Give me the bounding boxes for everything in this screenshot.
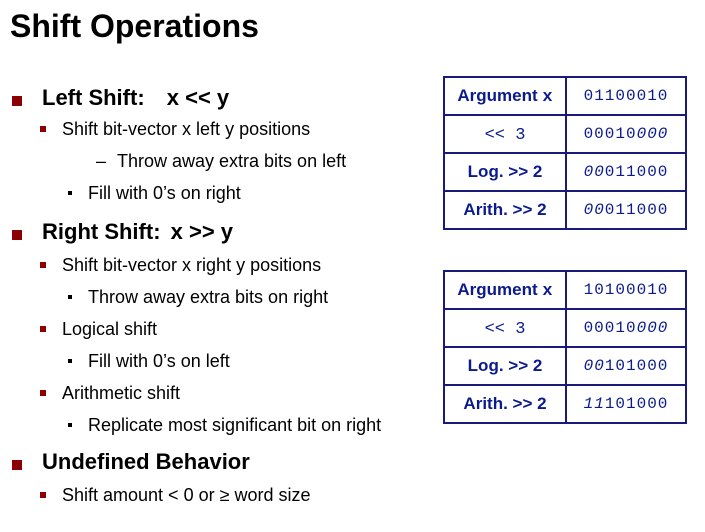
shift-table-2: Argument x 10100010 << 3 00010000 Log. >… (443, 270, 687, 424)
row-value: 00010000 (565, 114, 687, 154)
row-label: Argument x (443, 76, 567, 116)
undefined-heading: Undefined Behavior (42, 449, 250, 474)
row-label: Argument x (443, 270, 567, 310)
bullet-square-icon (12, 230, 22, 240)
left-shift-item: Shift bit-vector x left y positions (62, 119, 311, 139)
replicate-item: Replicate most significant bit on right (88, 415, 382, 435)
row-label: << 3 (443, 308, 567, 348)
table-row: << 3 00010000 (443, 308, 687, 348)
fill-right-item: Fill with 0’s on right (88, 183, 241, 203)
table-row: Arith. >> 2 11101000 (443, 384, 687, 424)
bullet-square-icon (68, 191, 72, 195)
bullet-square-icon (40, 126, 46, 132)
right-shift-item: Shift bit-vector x right y positions (62, 255, 322, 275)
row-value: 00011000 (565, 190, 687, 230)
bullet-square-icon (40, 262, 46, 268)
table-row: Argument x 10100010 (443, 270, 687, 310)
bullet-square-icon (40, 326, 46, 332)
row-value: 00010000 (565, 308, 687, 348)
throw-left-item: Throw away extra bits on left (117, 151, 347, 171)
table-row: Argument x 01100010 (443, 76, 687, 116)
left-shift-heading: Left Shift: x << y (42, 85, 230, 110)
row-label: Log. >> 2 (443, 152, 567, 192)
bullet-square-icon (68, 295, 72, 299)
bullet-square-icon (68, 359, 72, 363)
right-shift-heading: Right Shift: x >> y (42, 219, 234, 244)
arith-item: Arithmetic shift (62, 383, 181, 403)
bullet-square-icon (12, 96, 22, 106)
table-row: Arith. >> 2 00011000 (443, 190, 687, 230)
logical-item: Logical shift (62, 319, 158, 339)
bullet-square-icon (40, 390, 46, 396)
row-value: 01100010 (565, 76, 687, 116)
table-row: << 3 00010000 (443, 114, 687, 154)
row-value: 00101000 (565, 346, 687, 386)
throw-right-item: Throw away extra bits on right (88, 287, 329, 307)
table-row: Log. >> 2 00011000 (443, 152, 687, 192)
undefined-item: Shift amount < 0 or ≥ word size (62, 485, 311, 505)
row-value: 00011000 (565, 152, 687, 192)
bullet-square-icon (12, 460, 22, 470)
fill-left-item: Fill with 0’s on left (88, 351, 230, 371)
row-value: 11101000 (565, 384, 687, 424)
row-value: 10100010 (565, 270, 687, 310)
bullet-square-icon (40, 492, 46, 498)
table-row: Log. >> 2 00101000 (443, 346, 687, 386)
page-title: Shift Operations (10, 8, 259, 44)
right-shift-expr: x >> y (170, 219, 234, 244)
row-label: Arith. >> 2 (443, 384, 567, 424)
bullet-square-icon (68, 423, 72, 427)
row-label: << 3 (443, 114, 567, 154)
left-shift-expr: x << y (166, 85, 230, 110)
dash-icon: – (96, 151, 107, 171)
shift-table-1: Argument x 01100010 << 3 00010000 Log. >… (443, 76, 687, 230)
row-label: Log. >> 2 (443, 346, 567, 386)
row-label: Arith. >> 2 (443, 190, 567, 230)
